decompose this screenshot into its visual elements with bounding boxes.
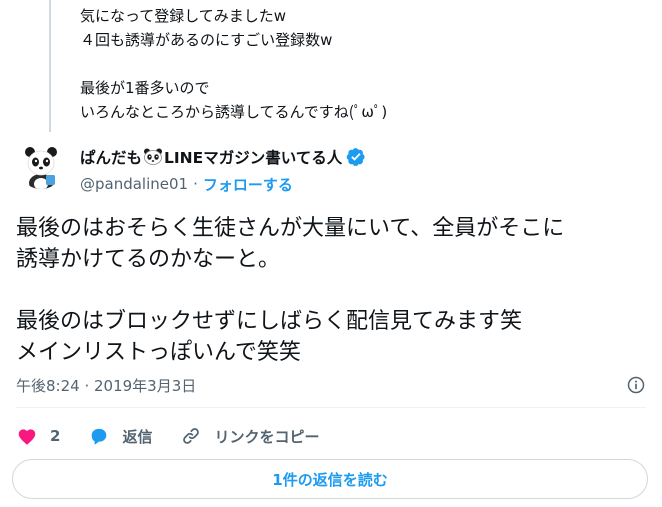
author-name-row[interactable]: ぱんだも LINEマガジン書いてる人: [80, 145, 366, 169]
copy-link-button[interactable]: リンクをコピー: [180, 425, 319, 447]
quoted-tweet-text: 気になって登録してみましたw ４回も誘導があるのにすごい登録数w 最後が1番多い…: [80, 4, 387, 124]
avatar[interactable]: [18, 143, 64, 189]
author-display-name[interactable]: ぱんだも LINEマガジン書いてる人: [80, 146, 342, 168]
reply-label: 返信: [122, 427, 153, 446]
author-handle[interactable]: @pandaline01: [80, 175, 188, 193]
timestamp-row: 午後8:24 · 2019年3月3日: [16, 374, 646, 396]
panda-emoji-icon: [144, 148, 163, 165]
separator-dot: ·: [193, 175, 198, 193]
link-icon: [183, 428, 200, 444]
quoted-line: ４回も誘導があるのにすごい登録数w: [80, 31, 333, 49]
reply-button[interactable]: 返信: [88, 425, 152, 447]
tweet-line: 誘導かけてるのかなーと。: [16, 247, 281, 272]
like-count: 2: [50, 427, 61, 445]
thread-connector-line: [49, 0, 51, 132]
tweet-timestamp[interactable]: 午後8:24 · 2019年3月3日: [16, 375, 196, 396]
tweet-line: 最後のはおそらく生徒さんが大量にいて、全員がそこに: [16, 216, 565, 241]
quoted-line: [80, 52, 387, 76]
divider: [16, 407, 646, 408]
author-name-prefix: ぱんだも: [80, 149, 143, 167]
info-icon[interactable]: [626, 375, 646, 395]
reply-bubble-icon: [92, 428, 107, 445]
copy-link-label: リンクをコピー: [214, 427, 320, 446]
action-bar: 2 返信 リンクをコピー: [16, 422, 347, 450]
verified-badge-icon: [346, 148, 365, 166]
read-replies-button[interactable]: 1件の返信を読む: [12, 459, 648, 499]
author-name-suffix: LINEマガジン書いてる人: [164, 149, 343, 167]
panda-avatar-icon: [18, 143, 64, 189]
tweet-line: [16, 275, 564, 306]
author-meta-row: @pandaline01 · フォローする: [80, 173, 293, 195]
tweet-text: 最後のはおそらく生徒さんが大量にいて、全員がそこに 誘導かけてるのかなーと。 最…: [16, 213, 564, 368]
quoted-line: いろんなところから誘導してるんですね(ﾟωﾟ): [80, 103, 388, 121]
follow-button[interactable]: フォローする: [203, 174, 293, 195]
like-button[interactable]: 2: [16, 425, 60, 447]
tweet-line: メインリストっぽいんで笑笑: [16, 340, 301, 365]
quoted-line: 気になって登録してみましたw: [80, 7, 287, 25]
quoted-line: 最後が1番多いので: [80, 79, 210, 97]
heart-icon: [18, 429, 36, 445]
tweet-line: 最後のはブロックせずにしばらく配信見てみます笑: [16, 309, 523, 334]
